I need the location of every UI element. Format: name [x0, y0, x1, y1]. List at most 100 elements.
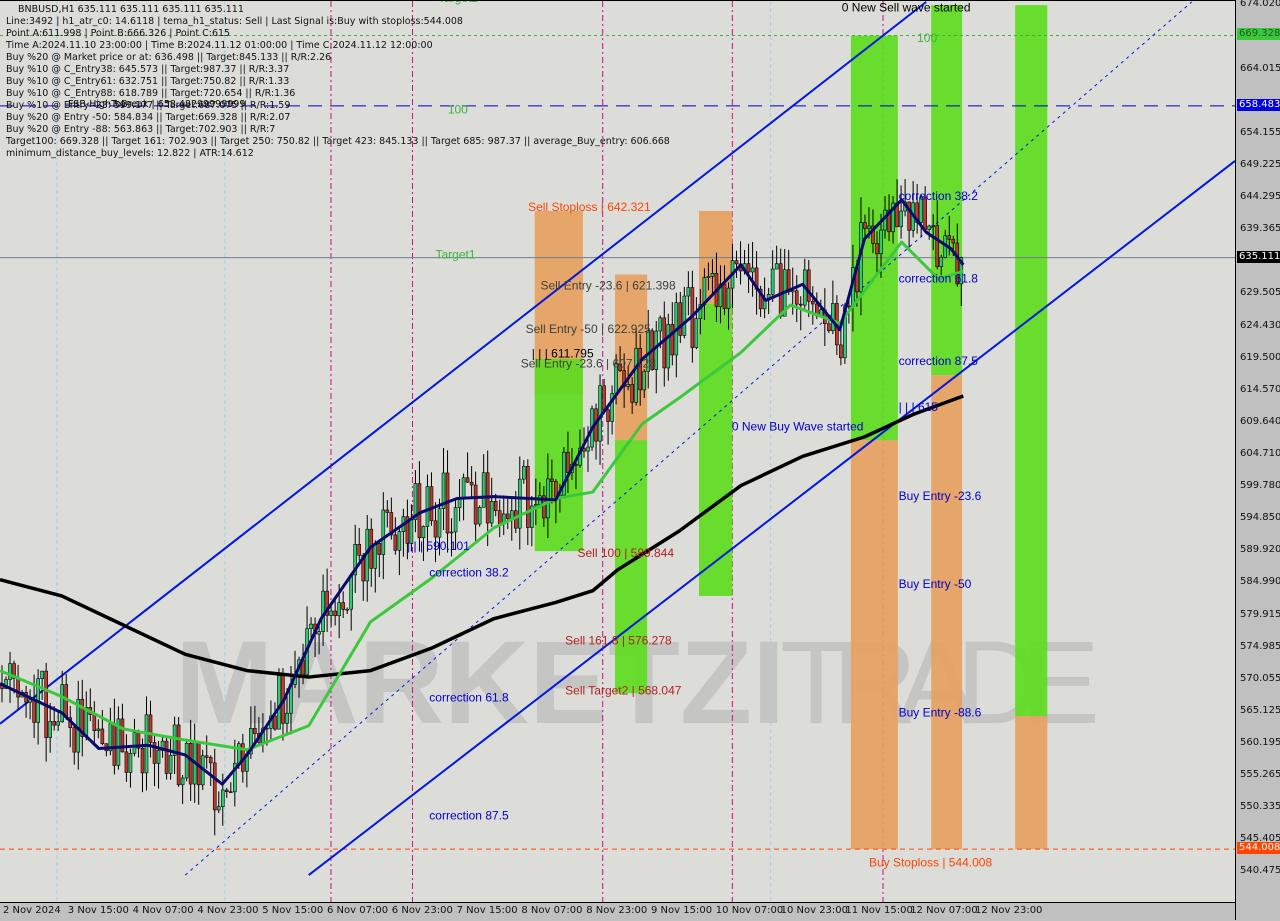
candle [160, 736, 165, 758]
bull-candle [517, 478, 522, 529]
bull-candle [867, 225, 871, 229]
time-tick: 2 Nov 2024 [3, 905, 61, 916]
bear-candle [473, 484, 478, 525]
candle [682, 286, 687, 339]
price-tag: 658.483 [1237, 98, 1280, 111]
candle [594, 403, 598, 460]
bull-candle [931, 225, 935, 227]
candle [277, 668, 281, 730]
chart-annotation: Sell Entry -23.6 | 621.398 [540, 278, 676, 292]
chart-annotation: correction 61.8 [899, 271, 979, 285]
candle [88, 688, 93, 722]
candle [441, 447, 446, 531]
bull-candle [927, 225, 931, 230]
time-tick: 4 Nov 23:00 [197, 905, 259, 916]
candle [28, 689, 32, 720]
candle [56, 711, 60, 731]
bull-candle [770, 268, 775, 295]
bull-candle [666, 324, 671, 369]
time-tick: 11 Nov 15:00 [845, 905, 913, 916]
bear-candle [417, 483, 422, 539]
chart-annotation: Sell 161.8 | 576.278 [565, 634, 672, 648]
bear-candle [253, 728, 257, 734]
chart-annotation: correction 87.5 [899, 354, 979, 368]
price-tag: 669.328 [1237, 28, 1280, 41]
bear-candle [794, 290, 799, 305]
bull-candle [329, 610, 333, 616]
bull-candle [457, 498, 462, 508]
candle [678, 291, 683, 344]
bear-candle [875, 243, 879, 255]
price-tick: 555.265 [1240, 768, 1280, 780]
price-tick: 604.710 [1240, 447, 1280, 459]
info-line: Buy %20 @ Entry -50: 584.834 || Target:6… [6, 112, 291, 123]
bull-candle [586, 446, 590, 452]
candle [184, 738, 189, 782]
price-tick: 609.640 [1240, 415, 1280, 427]
chart-annotation: | | | 611.795 [532, 347, 594, 361]
time-tick: 6 Nov 23:00 [391, 905, 453, 916]
bull-candle [521, 465, 526, 480]
price-tick: 584.990 [1240, 576, 1280, 587]
info-line: Point A:611.998 | Point B:666.326 | Poin… [6, 28, 231, 39]
info-line: Buy %20 @ Market price or at: 636.498 ||… [6, 52, 332, 63]
candle [501, 495, 506, 536]
bull-candle [726, 287, 731, 309]
candle [72, 725, 77, 765]
candle [662, 301, 667, 387]
bull-candle [425, 486, 430, 527]
info-panel: BNBUSD,H1 635.111 635.111 635.111 635.11… [6, 4, 670, 160]
bull-candle [345, 608, 349, 611]
bear-candle [72, 727, 77, 753]
chart-annotation: Sell 100 | 589.844 [578, 546, 675, 560]
bull-candle [626, 384, 630, 387]
bear-candle [550, 478, 554, 482]
time-tick: 4 Nov 07:00 [132, 905, 194, 916]
chart-annotation: Sell Stoploss | 642.321 [528, 200, 651, 214]
candle [104, 743, 109, 757]
time-tick: 10 Nov 23:00 [780, 905, 849, 916]
bull-candle [642, 371, 647, 391]
candle [16, 664, 20, 710]
chart-area[interactable]: MARKETZITRADETarget2100Target1Sell Stopl… [0, 0, 1235, 903]
bear-candle [722, 283, 727, 309]
sell-zone [931, 375, 963, 850]
candle [341, 591, 345, 618]
bull-candle [774, 263, 779, 270]
bear-candle [433, 520, 438, 538]
time-axis[interactable]: 2 Nov 2024 3 Nov 15:00 4 Nov 07:00 4 Nov 23… [0, 902, 1235, 921]
time-tick: 6 Nov 07:00 [327, 905, 389, 916]
bull-candle [694, 318, 699, 348]
chart-annotation: Target1 [435, 247, 475, 261]
bull-candle [220, 789, 225, 807]
candle [686, 271, 691, 316]
price-tick: 614.570 [1240, 383, 1280, 395]
candle [365, 515, 370, 602]
candle [24, 685, 28, 718]
candle [393, 517, 398, 555]
candle [124, 734, 129, 782]
candle [36, 669, 40, 745]
candle [489, 477, 494, 527]
chart-annotation: correction 61.8 [429, 691, 509, 705]
candle [357, 527, 362, 561]
bear-candle [124, 751, 129, 773]
time-tick: 7 Nov 15:00 [456, 905, 518, 916]
candle [666, 313, 671, 381]
bull-candle [8, 663, 12, 680]
bear-candle [377, 543, 382, 555]
time-tick: 12 Nov 07:00 [910, 905, 978, 916]
candle [224, 787, 229, 798]
price-tick: 644.295 [1240, 190, 1280, 202]
bull-candle [477, 507, 482, 525]
bear-candle [208, 757, 213, 764]
bull-candle [180, 777, 185, 786]
price-axis[interactable]: 674.020 664.015 654.155 649.225 644.295 639.3… [1235, 0, 1280, 920]
candle [429, 472, 434, 526]
candle [457, 478, 462, 522]
bull-candle [899, 210, 903, 228]
bear-candle [333, 610, 337, 617]
candle [76, 680, 81, 770]
candle [373, 540, 378, 593]
bear-candle [357, 543, 362, 556]
